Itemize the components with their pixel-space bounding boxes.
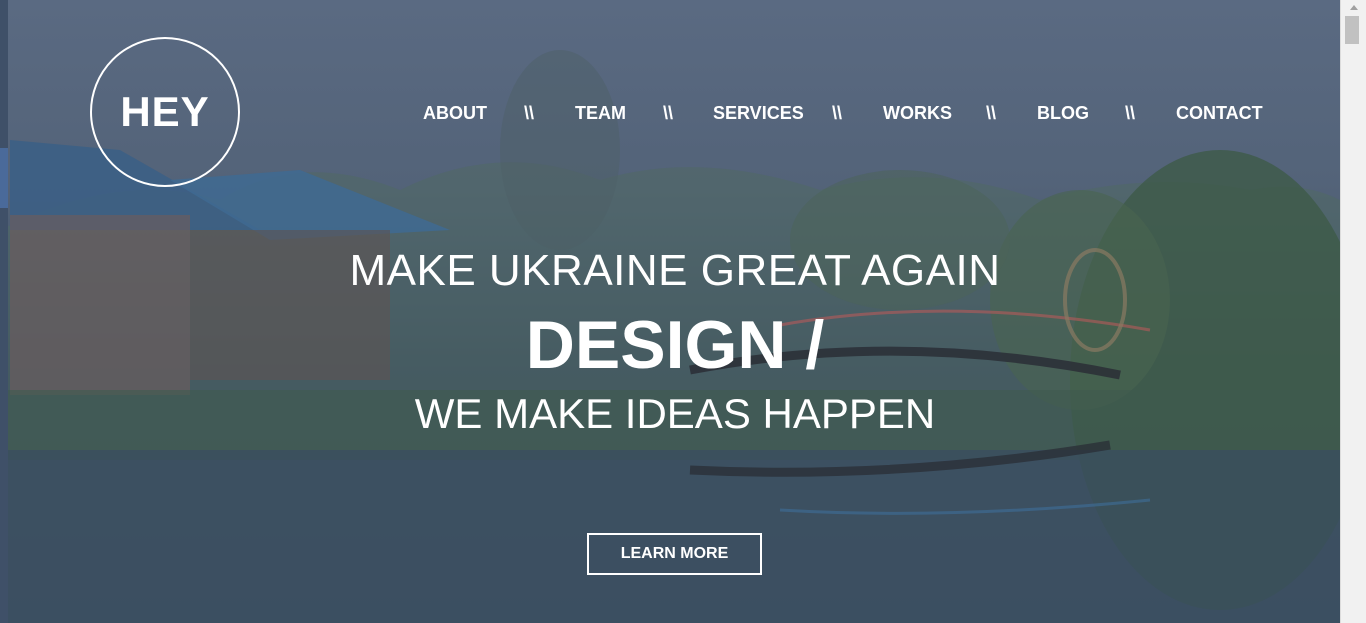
vertical-scrollbar[interactable] [1340,0,1366,623]
learn-more-button[interactable]: LEARN MORE [587,533,762,575]
nav-item-works[interactable]: WORKS [883,100,952,126]
hero-tagline: MAKE UKRAINE GREAT AGAIN [349,246,1001,295]
nav-item-contact[interactable]: CONTACT [1176,100,1263,126]
nav-item-about[interactable]: ABOUT [423,100,487,126]
nav-item-team[interactable]: TEAM [575,100,626,126]
left-edge-accent [0,148,8,208]
nav-separator: \\ [1125,103,1136,123]
nav-separator: \\ [832,103,843,123]
nav-separator: \\ [663,103,674,123]
main-nav: ABOUT \\ TEAM \\ SERVICES \\ WORKS \\ BL… [0,100,1340,126]
scrollbar-thumb[interactable] [1345,16,1359,44]
hero-subtitle: WE MAKE IDEAS HAPPEN [414,390,936,437]
nav-item-blog[interactable]: BLOG [1037,100,1089,126]
hero-title: DESIGN / [525,307,825,383]
scroll-up-arrow-icon[interactable] [1341,0,1366,14]
nav-separator: \\ [986,103,997,123]
nav-separator: \\ [524,103,535,123]
nav-item-services[interactable]: SERVICES [713,100,804,126]
